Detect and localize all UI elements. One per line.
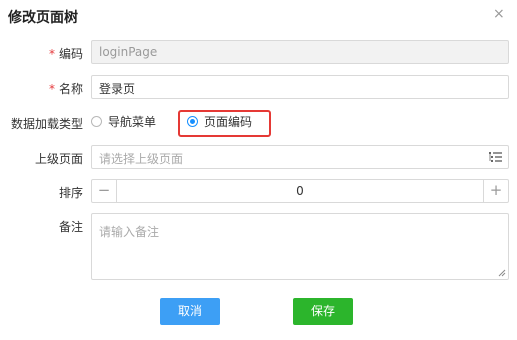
code-input[interactable]: loginPage: [91, 40, 509, 64]
name-row: * 名称 登录页: [0, 75, 517, 101]
radio-page-code[interactable]: 页面编码: [187, 113, 252, 130]
name-input[interactable]: 登录页: [91, 75, 509, 99]
code-row: * 编码 loginPage: [0, 40, 517, 66]
order-label: 排序: [58, 186, 83, 200]
order-value[interactable]: 0: [117, 184, 483, 198]
name-label: * 名称: [48, 82, 83, 96]
load-type-label: 数据加载类型: [10, 117, 83, 131]
order-stepper: − 0 +: [91, 179, 509, 203]
remark-textarea[interactable]: 请输入备注: [91, 213, 509, 280]
close-icon[interactable]: ×: [493, 6, 505, 22]
save-button[interactable]: 保存: [293, 298, 353, 325]
decrement-button[interactable]: −: [92, 180, 117, 202]
order-row: 排序 − 0 +: [0, 179, 517, 205]
resize-grip-icon[interactable]: [498, 269, 506, 277]
parent-row: 上级页面 请选择上级页面: [0, 145, 517, 171]
required-mark: *: [48, 82, 55, 96]
radio-checked-icon: [187, 116, 198, 127]
load-type-row: 数据加载类型 导航菜单 页面编码: [0, 110, 517, 137]
name-value: 登录页: [99, 82, 136, 96]
remark-label: 备注: [58, 220, 83, 234]
code-value: loginPage: [99, 45, 158, 59]
increment-button[interactable]: +: [483, 180, 508, 202]
required-mark: *: [48, 47, 55, 61]
dialog-title: 修改页面树: [8, 10, 78, 26]
radio-nav-menu[interactable]: 导航菜单: [91, 113, 156, 130]
code-label: * 编码: [48, 47, 83, 61]
tree-list-icon[interactable]: [489, 151, 502, 163]
parent-placeholder: 请选择上级页面: [99, 152, 184, 166]
radio-unchecked-icon: [91, 116, 102, 127]
cancel-button[interactable]: 取消: [160, 298, 220, 325]
parent-label: 上级页面: [34, 152, 83, 166]
remark-placeholder: 请输入备注: [99, 225, 160, 239]
parent-select[interactable]: 请选择上级页面: [91, 145, 509, 169]
